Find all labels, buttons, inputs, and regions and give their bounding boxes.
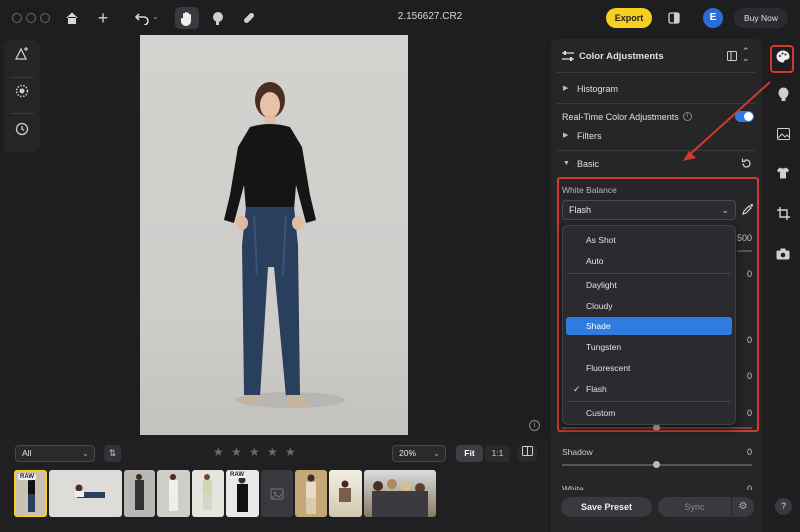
tool-divider (10, 113, 34, 114)
wb-option-flash[interactable]: Flash (566, 380, 732, 398)
zoom-value: 20% (399, 448, 417, 458)
top-bar: + ⌄ 2.156627.CR2 Export E Buy Now (0, 0, 800, 36)
fit-button[interactable]: Fit (456, 445, 483, 462)
compare-icon[interactable] (664, 8, 684, 28)
wb-option-tungsten[interactable]: Tungsten (566, 338, 732, 356)
chevron-down-icon: ⌄ (721, 205, 729, 215)
document-title: 2.156627.CR2 (397, 11, 463, 22)
thumbnail-1[interactable]: RAW (14, 470, 47, 517)
thumbnail-6[interactable]: RAW (226, 470, 259, 517)
raw-badge: RAW (228, 472, 246, 478)
plus-icon[interactable]: + (93, 8, 113, 28)
wb-option-fluorescent[interactable]: Fluorescent (566, 359, 732, 377)
rating-star-4[interactable]: ★ (267, 445, 278, 459)
texture-icon[interactable] (12, 84, 32, 104)
basic-section[interactable]: Basic (577, 159, 599, 169)
panel-expand-icon[interactable]: ⌃ ⌄ (742, 47, 750, 63)
rating-star-3[interactable]: ★ (249, 445, 260, 459)
thumbnail-4[interactable] (157, 470, 190, 517)
wb-option-daylight[interactable]: Daylight (566, 276, 732, 294)
histogram-section[interactable]: Histogram (577, 84, 618, 94)
shadow-value: 0 (747, 447, 753, 457)
panel-layout-icon[interactable] (727, 51, 737, 63)
thumbnail-9[interactable] (329, 470, 362, 517)
one-to-one-button[interactable]: 1:1 (485, 445, 510, 462)
crop-icon[interactable] (772, 205, 794, 227)
menu-separator (567, 401, 731, 402)
left-tool-panel (4, 40, 40, 152)
sort-button[interactable]: ⇅ (104, 445, 121, 462)
help-button[interactable]: ? (775, 498, 792, 515)
photo-canvas[interactable] (140, 35, 408, 435)
basic-chevron-icon[interactable]: ▼ (563, 160, 570, 167)
hand-icon[interactable] (175, 7, 199, 29)
window-close-button[interactable] (12, 13, 22, 23)
shadow-slider-knob[interactable] (653, 461, 660, 468)
white-balance-menu: As Shot Auto Daylight Cloudy Shade Tungs… (562, 225, 736, 425)
auto-enhance-icon[interactable] (12, 46, 32, 66)
window-zoom-button[interactable] (40, 13, 50, 23)
wb-option-cloudy[interactable]: Cloudy (566, 297, 732, 315)
camera-icon[interactable] (772, 245, 794, 267)
thumbnail-8[interactable] (295, 470, 327, 517)
thumbnail-5[interactable] (192, 470, 224, 517)
filter-select-value: All (22, 448, 32, 458)
zoom-select[interactable]: 20% ⌄ (392, 445, 446, 462)
split-view-icon[interactable] (518, 445, 537, 462)
window-minimize-button[interactable] (26, 13, 36, 23)
save-preset-button[interactable]: Save Preset (561, 497, 652, 517)
filters-chevron-icon[interactable]: ▶ (563, 131, 568, 139)
wb-option-shade[interactable]: Shade (566, 317, 732, 335)
bandage-icon[interactable] (239, 8, 259, 28)
thumbnail-10[interactable] (364, 470, 436, 517)
white-balance-label: White Balance (562, 185, 617, 195)
sync-button[interactable]: Sync (658, 497, 731, 517)
thumbnail-3[interactable] (124, 470, 155, 517)
white-balance-select[interactable]: Flash ⌄ (562, 200, 736, 220)
raw-badge: RAW (18, 474, 36, 480)
image-placeholder-icon (270, 488, 284, 499)
chevron-down-icon: ⌄ (432, 448, 440, 458)
sliders-icon (562, 51, 574, 63)
wb-option-custom[interactable]: Custom (566, 404, 732, 422)
export-button[interactable]: Export (606, 8, 652, 28)
rating-star-2[interactable]: ★ (231, 445, 242, 459)
thumbnail-placeholder[interactable] (261, 470, 293, 517)
undo-history-chevron-icon[interactable]: ⌄ (152, 12, 159, 21)
shadow-label: Shadow (562, 447, 593, 457)
thumbnail-2[interactable] (49, 470, 122, 517)
portrait-photo (224, 82, 345, 408)
wb-option-auto[interactable]: Auto (566, 252, 732, 270)
avatar[interactable]: E (703, 8, 723, 28)
portrait-icon[interactable] (208, 8, 228, 28)
wb-option-as-shot[interactable]: As Shot (566, 231, 732, 249)
menu-separator (567, 273, 731, 274)
rating-star-1[interactable]: ★ (213, 445, 224, 459)
eyedropper-icon[interactable] (742, 203, 754, 217)
history-icon[interactable] (12, 122, 32, 142)
histogram-chevron-icon[interactable]: ▶ (563, 84, 568, 92)
filter-select[interactable]: All ⌄ (15, 445, 95, 462)
panel-title: Color Adjustments (579, 51, 664, 62)
tool-divider (10, 77, 34, 78)
info-icon[interactable]: i (529, 420, 540, 431)
palette-icon[interactable] (772, 48, 794, 70)
white-balance-value: Flash (569, 205, 592, 215)
sync-settings-icon[interactable]: ⚙ (732, 497, 754, 517)
realtime-label: Real-Time Color Adjustments (562, 112, 679, 122)
filters-section[interactable]: Filters (577, 131, 602, 141)
home-icon[interactable] (62, 8, 82, 28)
chevron-down-icon: ⌄ (81, 448, 89, 458)
rating-star-5[interactable]: ★ (285, 445, 296, 459)
buy-now-button[interactable]: Buy Now (734, 8, 788, 28)
undo-icon[interactable] (132, 8, 152, 28)
annotation-arrow (683, 81, 771, 161)
